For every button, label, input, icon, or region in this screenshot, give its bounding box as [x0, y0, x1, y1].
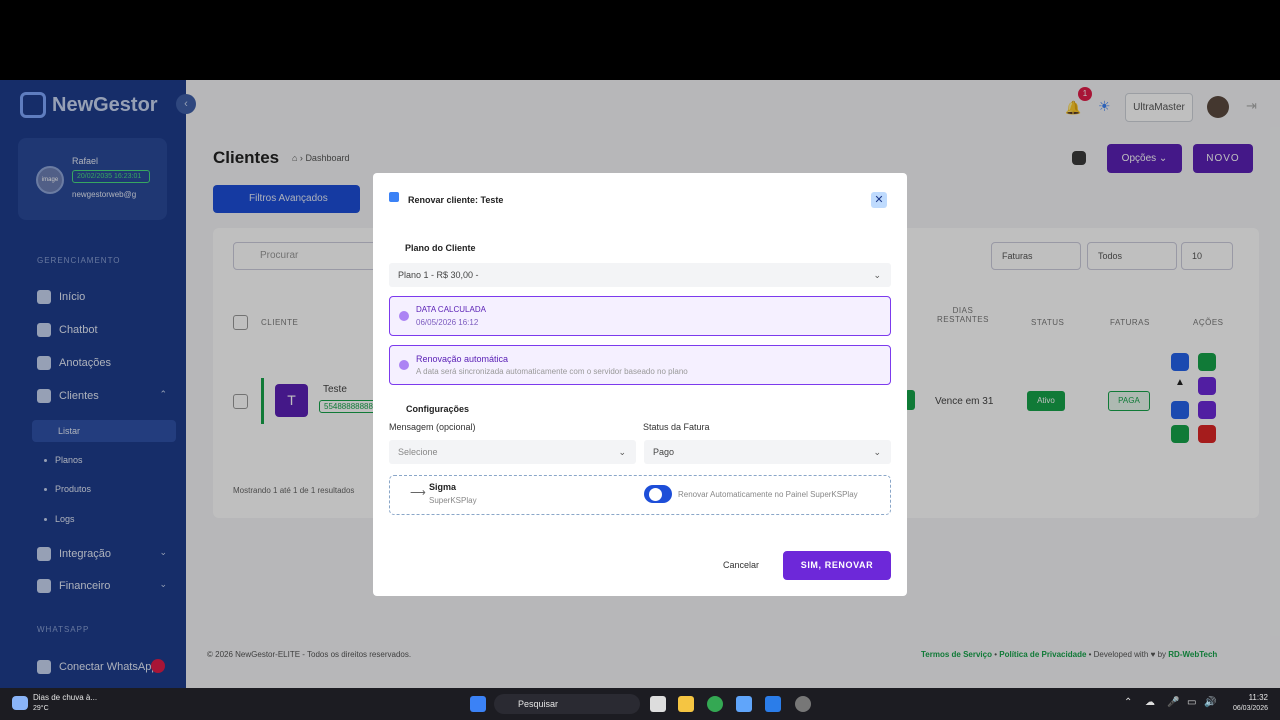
microphone-icon[interactable]: 🎤 — [1167, 697, 1179, 708]
taskbar-search-label: Pesquisar — [518, 699, 559, 709]
windows-start-icon[interactable] — [470, 696, 486, 712]
auto-label: Renovação automática — [416, 354, 509, 364]
calculated-date-box: DATA CALCULADA 06/05/2026 16:12 — [389, 296, 891, 336]
invoice-status-select[interactable]: Pago ⌄ — [644, 440, 891, 464]
chevron-down-icon: ⌄ — [618, 447, 626, 457]
auto-renew-box: Renovação automática A data será sincron… — [389, 345, 891, 385]
clock-time[interactable]: 11:32 — [1232, 693, 1268, 702]
calc-value: 06/05/2026 16:12 — [416, 318, 479, 327]
switch-label: Renovar Automaticamente no Painel SuperK… — [678, 490, 858, 499]
cloud-icon[interactable]: ☁ — [1145, 697, 1155, 708]
weather-title[interactable]: Dias de chuva à... — [33, 693, 97, 702]
auto-desc: A data será sincronizada automaticamente… — [416, 367, 688, 376]
panel-sub: SuperKSPlay — [429, 496, 477, 505]
panel-card: ⟶ Sigma SuperKSPlay Renovar Automaticame… — [389, 475, 891, 515]
chrome-icon[interactable] — [707, 696, 723, 712]
invoice-status-value: Pago — [653, 447, 675, 457]
plan-value: Plano 1 - R$ 30,00 - — [398, 270, 479, 280]
app-icon[interactable] — [795, 696, 811, 712]
config-label: Configurações — [406, 404, 470, 414]
clock-date[interactable]: 06/03/2026 — [1224, 705, 1268, 712]
vscode-icon[interactable] — [765, 696, 781, 712]
message-select[interactable]: Selecione ⌄ — [389, 440, 636, 464]
invoice-status-label: Status da Fatura — [643, 422, 710, 432]
notepad-icon[interactable] — [736, 696, 752, 712]
modal-title: Renovar cliente: Teste — [408, 195, 504, 205]
weather-temp: 29°C — [33, 705, 49, 712]
taskbar-search[interactable]: Pesquisar — [494, 694, 640, 714]
message-value: Selecione — [398, 447, 438, 457]
chevron-down-icon: ⌄ — [873, 270, 881, 280]
taskbar: Dias de chuva à... 29°C Pesquisar ⌃ ☁ 🎤 … — [0, 688, 1280, 720]
panel-name: Sigma — [429, 482, 457, 492]
task-view-icon[interactable] — [650, 696, 666, 712]
top-black-bar — [0, 0, 1280, 80]
arrow-right-icon: ⟶ — [410, 487, 426, 499]
message-label: Mensagem (opcional) — [389, 422, 476, 432]
plan-select[interactable]: Plano 1 - R$ 30,00 - ⌄ — [389, 263, 891, 287]
info-icon — [399, 360, 409, 370]
switch-knob — [649, 488, 662, 501]
calendar-icon — [389, 192, 399, 202]
volume-icon[interactable]: 🔊 — [1204, 697, 1216, 708]
calc-label: DATA CALCULADA — [416, 305, 486, 314]
chevron-down-icon: ⌄ — [873, 447, 881, 457]
cancel-button[interactable]: Cancelar — [706, 551, 776, 580]
chevron-up-icon[interactable]: ⌃ — [1124, 697, 1132, 708]
network-icon[interactable]: ▭ — [1187, 697, 1196, 708]
auto-renew-switch[interactable] — [644, 485, 672, 503]
folder-icon[interactable] — [678, 696, 694, 712]
renew-modal: Renovar cliente: Teste ✕ Plano do Client… — [373, 173, 907, 596]
close-icon[interactable]: ✕ — [871, 192, 887, 208]
weather-icon[interactable] — [12, 696, 28, 710]
plan-label: Plano do Cliente — [405, 243, 476, 253]
confirm-renew-button[interactable]: SIM, RENOVAR — [783, 551, 891, 580]
calendar-icon — [399, 311, 409, 321]
app-window: NewGestor ‹ image Rafael 20/02/2035 16:2… — [0, 80, 1280, 688]
